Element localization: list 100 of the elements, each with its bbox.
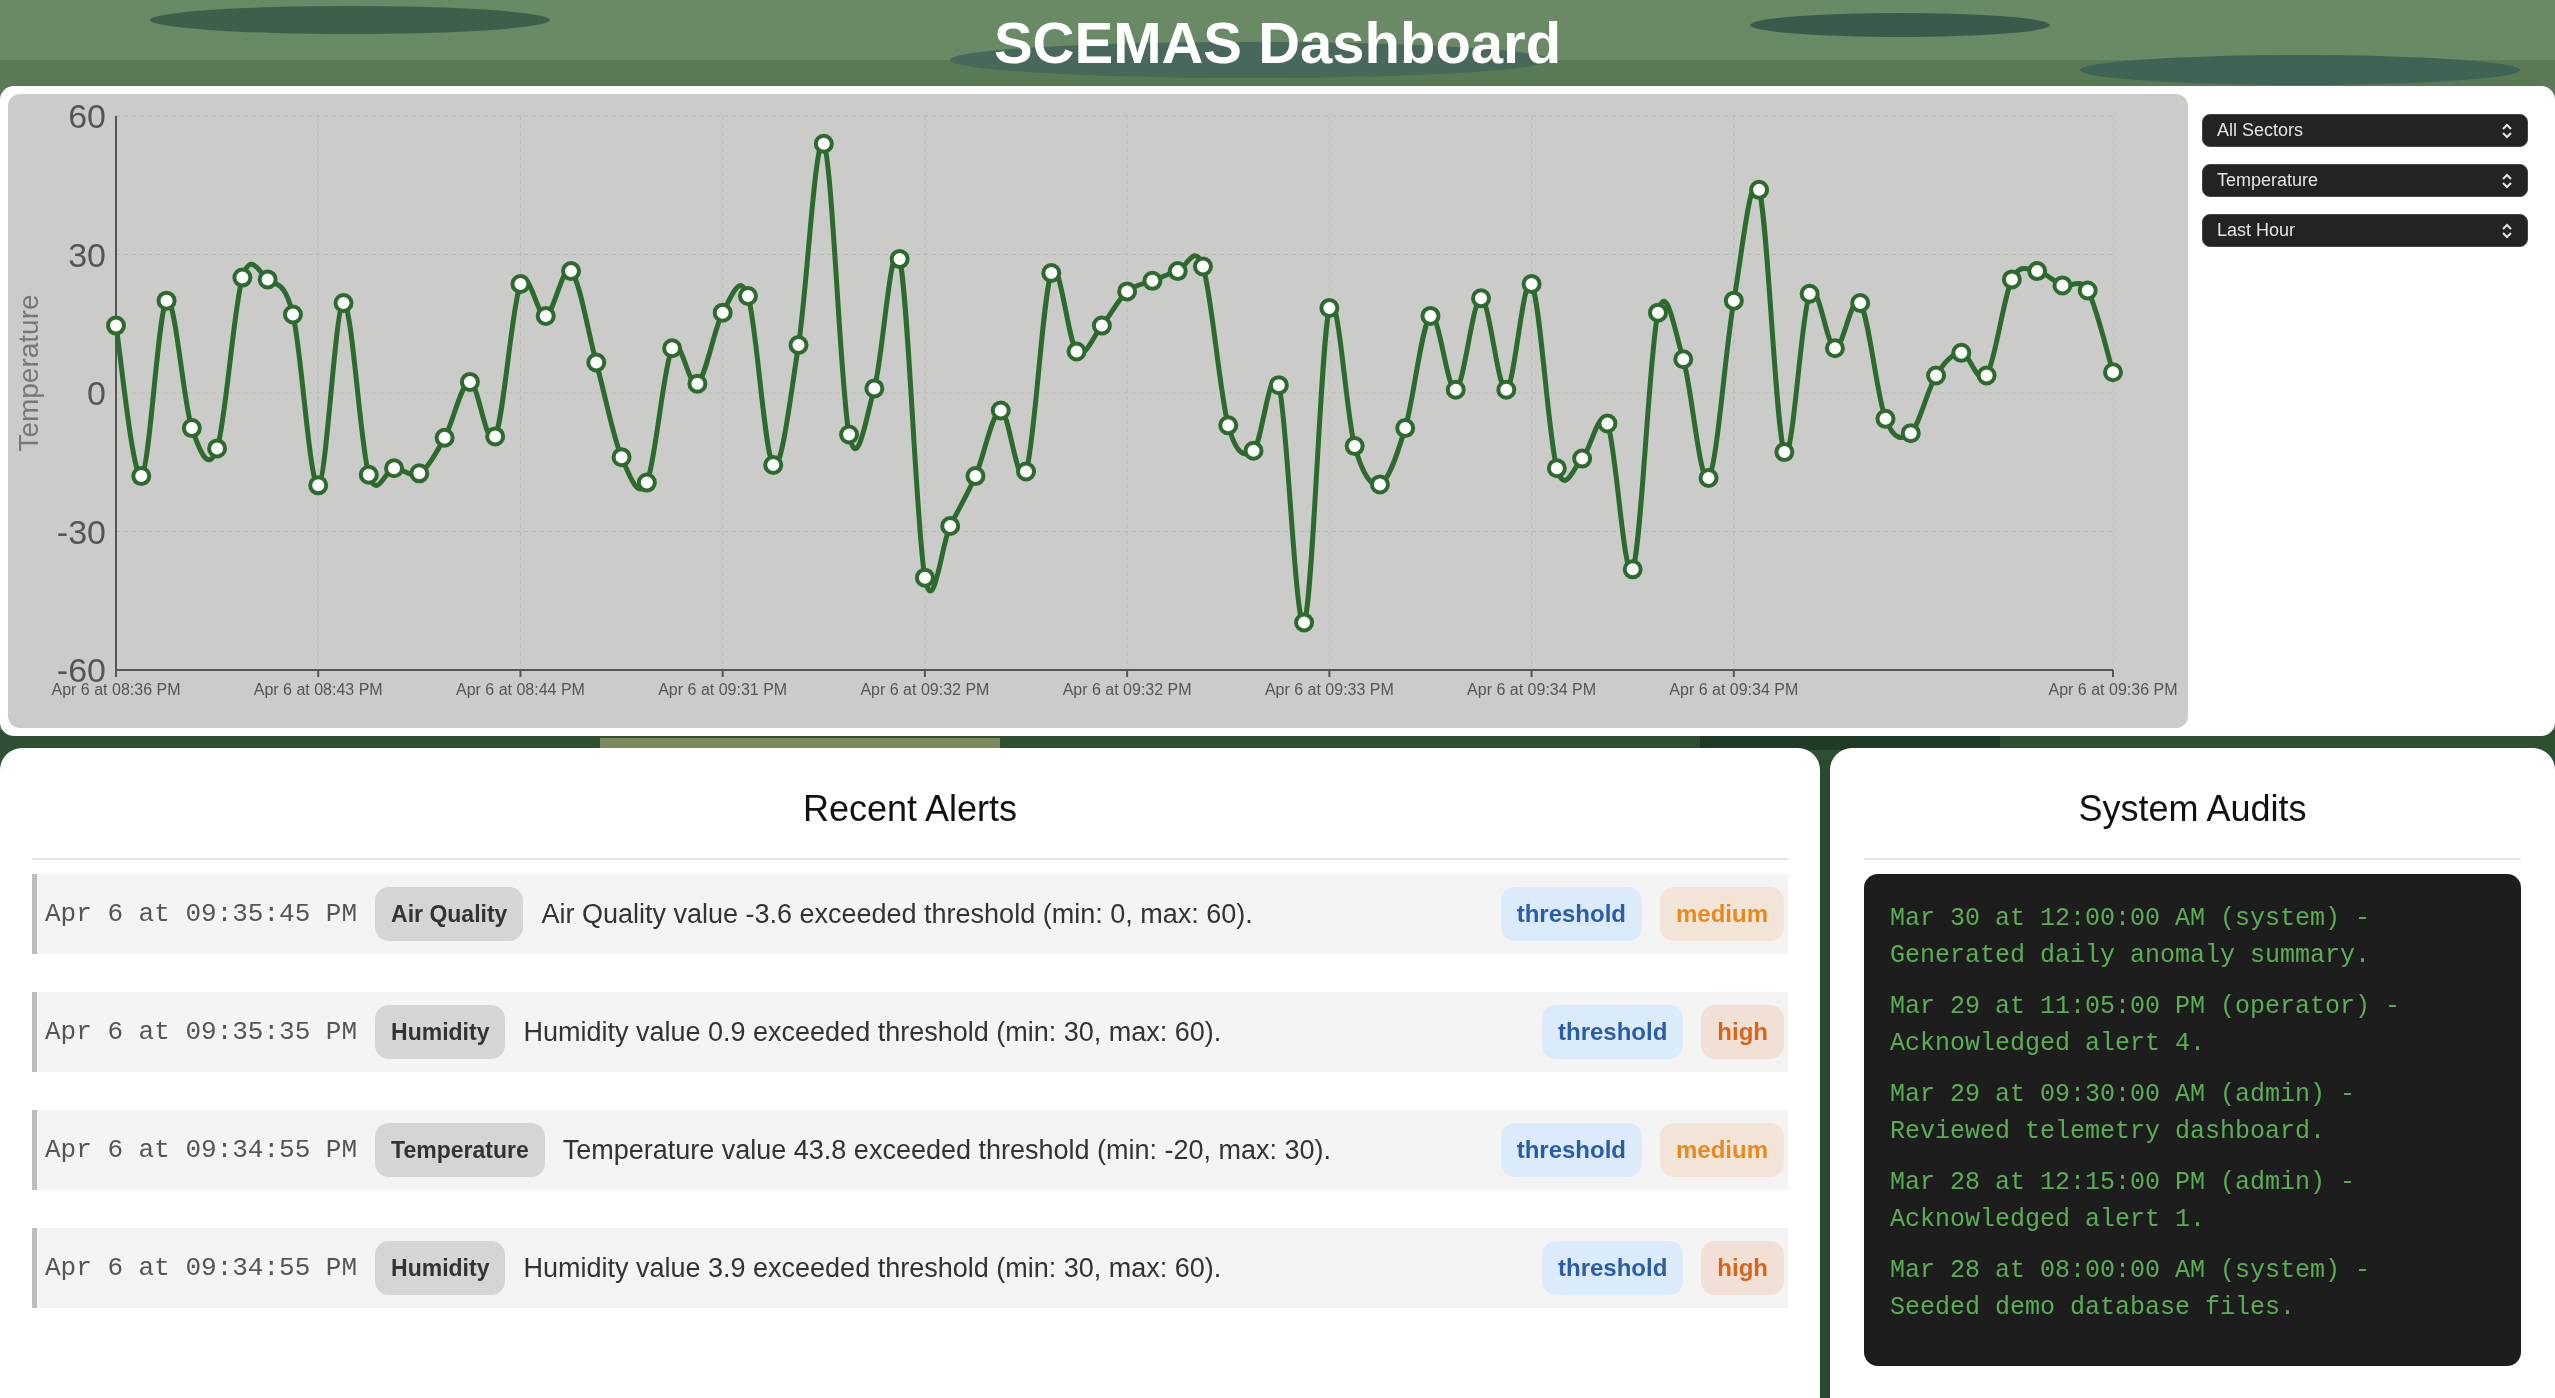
alert-time: Apr 6 at 09:35:35 PM [45,1015,358,1049]
data-point [131,466,152,487]
data-point [990,400,1011,421]
x-tick-label: Apr 6 at 09:32 PM [1062,681,1192,698]
data-point [611,447,632,468]
alert-time: Apr 6 at 09:34:55 PM [45,1133,358,1167]
alert-message: Air Quality value -3.6 exceeded threshold (min: 0, max: 60). [541,897,1254,931]
data-point [333,293,354,313]
data-point [282,304,303,325]
data-point [1622,559,1643,580]
data-point [2001,269,2022,290]
x-tick-label: Apr 6 at 09:34 PM [1467,681,1597,698]
data-point [308,475,329,496]
data-point [1420,305,1441,326]
y-tick-label: 60 [68,97,106,135]
data-point [636,472,657,493]
data-point [257,269,278,290]
data-point [1926,365,1947,386]
data-point [2103,362,2123,383]
data-point [1824,338,1845,359]
category-tag: Humidity [375,1005,506,1059]
data-point [1142,270,1163,291]
alert-message: Humidity value 3.9 exceeded threshold (min: 30, max: 60). [523,1251,1223,1285]
filter-dropdown[interactable]: Temperature [2202,164,2528,197]
data-point [384,458,405,479]
data-point [2052,275,2073,296]
data-point [1091,315,1112,336]
data-point [813,133,834,154]
data-point [662,338,683,359]
alert-type-tag: threshold [1542,1241,1684,1295]
data-point [358,464,379,485]
data-point [788,335,809,355]
data-point [409,463,430,484]
data-point [839,424,860,445]
alert-time: Apr 6 at 09:35:45 PM [45,897,358,931]
data-point [763,455,784,475]
data-point [2027,261,2048,282]
data-point [1496,379,1517,400]
data-point [1850,293,1871,313]
data-point [106,315,126,336]
severity-tag: medium [1660,887,1784,941]
up-down-chevron-icon [2501,122,2513,139]
data-point [864,378,885,399]
data-point [889,249,910,270]
data-point [914,567,935,588]
y-tick-label: 0 [87,374,106,412]
y-tick-label: 30 [68,235,106,274]
alert-message: Humidity value 0.9 exceeded threshold (min: 30, max: 60). [523,1015,1223,1049]
filter-dropdown[interactable]: Last Hour [2202,214,2528,247]
data-point [1167,261,1188,282]
x-tick-label: Apr 6 at 09:34 PM [1669,681,1799,698]
audit-entry: Mar 28 at 12:15:00 PM (admin) - Acknowledged alert 1. [1890,1167,2357,1236]
alert-type-tag: threshold [1500,1123,1642,1177]
alert-type-tag: threshold [1542,1005,1684,1059]
data-point [1016,461,1037,482]
x-tick-label: Apr 6 at 09:31 PM [658,681,788,698]
data-point [1597,413,1618,434]
data-point [1900,423,1921,444]
data-point [232,267,253,288]
category-tag: Temperature [375,1123,545,1177]
severity-tag: medium [1660,1123,1784,1177]
data-point [2077,280,2098,301]
audit-entry: Mar 30 at 12:00:00 AM (system) - Generated daily anomaly summary. [1890,903,2372,972]
data-point [459,371,480,392]
data-point [1218,415,1239,436]
data-point [687,373,708,394]
data-point [1294,612,1315,633]
data-point [1344,436,1365,457]
x-tick-label: Apr 6 at 09:32 PM [860,681,990,698]
data-point [1117,281,1138,302]
data-point [207,438,228,459]
data-point [1774,442,1795,463]
data-point [1951,342,1972,363]
severity-tag: high [1701,1241,1784,1295]
data-point [156,290,177,311]
data-point [1546,458,1567,479]
x-tick-label: Apr 6 at 08:43 PM [253,681,383,698]
up-down-chevron-icon [2501,222,2513,239]
category-tag: Air Quality [375,887,524,941]
x-tick-label: Apr 6 at 09:33 PM [1264,681,1394,698]
y-axis-title: Temperature [13,294,44,452]
audit-entry: Mar 29 at 11:05:00 PM (operator) - Acknowledged alert 4. [1890,991,2402,1060]
alerts-heading: Recent Alerts [32,748,1788,860]
data-point [1041,262,1062,283]
data-point [1395,418,1416,439]
data-point [1243,440,1264,461]
audit-entry: Mar 29 at 09:30:00 AM (admin) - Reviewed telemetry dashboard. [1890,1079,2357,1148]
severity-tag: high [1701,1005,1784,1059]
data-point [1749,179,1770,200]
data-point [485,426,506,447]
data-point [1572,448,1593,469]
data-point [1471,288,1492,309]
filter-dropdown[interactable]: All Sectors [2202,114,2528,147]
data-point [1066,341,1087,362]
x-tick-label: Apr 6 at 08:44 PM [455,681,585,698]
data-point [535,305,556,326]
y-tick-label: -30 [56,512,106,551]
audit-entry: Mar 28 at 08:00:00 AM (system) - Seeded demo database files. [1890,1255,2372,1324]
data-point [1648,302,1668,323]
data-point [1673,349,1694,370]
